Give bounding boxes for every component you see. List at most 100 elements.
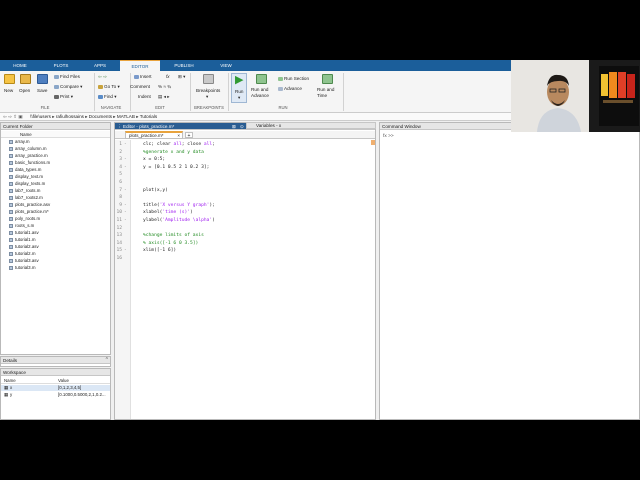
code-area[interactable]: 1- clc; clear all; close all; 2 %generate x… — [115, 141, 371, 419]
variables-panel-tab[interactable]: Variables - x — [246, 122, 376, 129]
comment-toggle-icon[interactable]: % ≈ ¾ — [158, 84, 171, 89]
file-list-item[interactable]: lab7_roots2.m — [9, 195, 43, 201]
line-number[interactable]: 12 — [115, 225, 122, 233]
code-line[interactable]: 11- ylabel('Amplitude \alpha') — [115, 217, 371, 225]
line-number[interactable]: 10 — [115, 209, 122, 217]
file-list-item[interactable]: tutorial3.m — [9, 265, 36, 271]
path-segment[interactable]: \\file\users — [30, 114, 51, 119]
path-segment[interactable]: MATLAB — [117, 114, 135, 119]
insert-button[interactable]: Insert — [134, 74, 152, 79]
file-list-item[interactable]: plots_practice.m* — [9, 209, 49, 215]
breakpoint-marker[interactable]: - — [124, 247, 127, 255]
code-line[interactable]: 3- x = 0:5; — [115, 156, 371, 164]
path-segment[interactable]: rafiulhossains — [56, 114, 84, 119]
breakpoint-marker[interactable]: - — [124, 187, 127, 195]
file-list-item[interactable]: tutorial1.m — [9, 237, 36, 243]
tab-apps[interactable]: APPS — [86, 60, 114, 71]
code-line[interactable]: 13 %change limits of axis — [115, 232, 371, 240]
breakpoint-marker[interactable]: - — [124, 209, 127, 217]
indent-icons[interactable]: ▤ ◂ ▸ — [158, 94, 170, 100]
editor-menu-icon[interactable]: ⊙ — [240, 123, 244, 130]
code-analyzer-indicator[interactable] — [371, 140, 375, 145]
line-number[interactable]: 3 — [115, 156, 122, 164]
workspace-row[interactable]: ▦ y [0.1000,0.5000,2,1,0.2... — [1, 392, 110, 398]
workspace-row[interactable]: ▦ x [0,1,2,3,4,5] — [1, 385, 110, 391]
tab-view[interactable]: VIEW — [210, 60, 242, 71]
line-number[interactable]: 15 — [115, 247, 122, 255]
file-list-item[interactable]: data_types.m — [9, 167, 41, 173]
forward-icon[interactable]: ⇨ — [8, 114, 12, 119]
compare-button[interactable]: Compare ▾ — [54, 84, 83, 90]
file-list-item[interactable]: basic_functions.m — [9, 160, 50, 166]
line-number[interactable]: 8 — [115, 194, 122, 202]
line-number[interactable]: 14 — [115, 240, 122, 248]
line-number[interactable]: 9 — [115, 202, 122, 210]
column-header-name[interactable]: Name — [20, 132, 32, 137]
code-line[interactable]: 7- plot(x,y) — [115, 187, 371, 195]
line-number[interactable]: 4 — [115, 164, 122, 172]
advance-button[interactable]: Advance — [278, 86, 302, 91]
breakpoint-marker[interactable]: - — [124, 164, 127, 172]
command-prompt[interactable]: fx >> — [383, 134, 394, 139]
details-title[interactable]: Details — [1, 357, 110, 364]
breakpoint-marker[interactable]: - — [124, 202, 127, 210]
expand-icon[interactable]: ^ — [106, 357, 108, 363]
code-line[interactable]: 16 — [115, 255, 371, 263]
find-button[interactable]: Find ▾ — [98, 94, 117, 100]
file-list-item[interactable]: tutorial2.m — [9, 251, 36, 257]
line-number[interactable]: 7 — [115, 187, 122, 195]
code-line[interactable]: 4- y = [0.1 0.5 2 1 0.2 3]; — [115, 164, 371, 172]
file-list-item[interactable]: roots_s.m — [9, 223, 34, 229]
code-line[interactable]: 10- xlabel('time (s)') — [115, 209, 371, 217]
workspace-col-name[interactable]: Name — [4, 377, 16, 384]
indent-button[interactable]: Indent — [138, 94, 151, 99]
editor-close-icon[interactable]: ⊠ — [232, 123, 236, 130]
path-segment[interactable]: Tutorials — [140, 114, 157, 119]
line-number[interactable]: 1 — [115, 141, 122, 149]
line-number[interactable]: 5 — [115, 171, 122, 179]
breakpoint-marker[interactable]: - — [124, 141, 127, 149]
new-tab-button[interactable]: + — [185, 132, 193, 139]
code-line[interactable]: 5 — [115, 171, 371, 179]
file-list-item[interactable]: display_texts.m — [9, 181, 45, 187]
nav-arrows[interactable]: ⇦ ⇨ — [98, 74, 107, 80]
workspace-col-value[interactable]: Value — [58, 377, 69, 384]
code-line[interactable]: 8 — [115, 194, 371, 202]
code-line[interactable]: 14 % axis([-1 6 0 3.5]) — [115, 240, 371, 248]
line-number[interactable]: 6 — [115, 179, 122, 187]
file-list-item[interactable]: array.m — [9, 139, 30, 145]
run-button[interactable]: ▶ Run ▾ — [231, 73, 247, 103]
go-to-button[interactable]: Go To ▾ — [98, 84, 120, 90]
breakpoint-marker[interactable]: - — [124, 217, 127, 225]
path-segment[interactable]: Documents — [89, 114, 112, 119]
print-button[interactable]: Print ▾ — [54, 94, 73, 100]
code-line[interactable]: 9- title('X versus Y graph'); — [115, 202, 371, 210]
tab-publish[interactable]: PUBLISH — [166, 60, 202, 71]
code-line[interactable]: 6 — [115, 179, 371, 187]
edit-tools-icon[interactable]: ⊞ ▾ — [178, 74, 185, 80]
file-list-item[interactable]: tutorial3.asv — [9, 258, 39, 264]
file-list-item[interactable]: tutorial2.asv — [9, 244, 39, 250]
tab-editor[interactable]: EDITOR — [120, 60, 160, 71]
tab-home[interactable]: HOME — [6, 60, 34, 71]
file-list-item[interactable]: poly_roots.m — [9, 216, 40, 222]
editor-file-tab[interactable]: plots_practice.m* × — [125, 131, 183, 139]
tab-plots[interactable]: PLOTS — [44, 60, 78, 71]
up-folder-icon[interactable]: ⇧ — [13, 114, 17, 119]
line-number[interactable]: 2 — [115, 149, 122, 157]
code-line[interactable]: 1- clc; clear all; close all; — [115, 141, 371, 149]
run-section-button[interactable]: Run Section — [278, 76, 309, 81]
file-list-item[interactable]: array_column.m — [9, 146, 46, 152]
browse-folder-icon[interactable]: ▣ — [18, 114, 22, 119]
file-list-item[interactable]: lab7_roots.m — [9, 188, 40, 194]
file-list-item[interactable]: tutorial1.asv — [9, 230, 39, 236]
line-number[interactable]: 13 — [115, 232, 122, 240]
insert-function-button[interactable]: fx — [166, 74, 170, 79]
file-list-item[interactable]: array_practice.m — [9, 153, 48, 159]
tab-close-icon[interactable]: × — [177, 133, 180, 139]
code-line[interactable]: 15- xlim([-1 6]) — [115, 247, 371, 255]
line-number[interactable]: 16 — [115, 255, 122, 263]
find-files-button[interactable]: Find Files — [54, 74, 80, 79]
comment-button[interactable]: Comment — [130, 84, 150, 89]
file-list-item[interactable]: display_text.m — [9, 174, 43, 180]
